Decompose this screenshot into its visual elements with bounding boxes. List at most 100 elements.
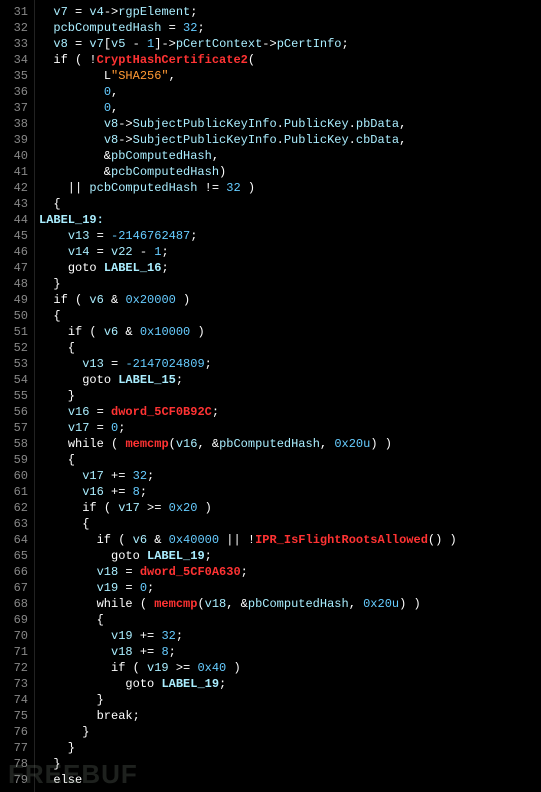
code-line[interactable]: v16 = dword_5CF0B92C; <box>39 404 457 420</box>
token-c: -> <box>118 117 132 131</box>
token-kw: while <box>97 597 133 611</box>
code-line[interactable]: v16 += 8; <box>39 484 457 500</box>
token-c: ) <box>219 165 226 179</box>
code-line[interactable]: } <box>39 692 457 708</box>
code-line[interactable]: v18 = dword_5CF0A630; <box>39 564 457 580</box>
token-var: v13 <box>82 357 104 371</box>
token-c: ) <box>197 501 211 515</box>
code-line[interactable]: { <box>39 308 457 324</box>
code-line[interactable]: v17 = 0; <box>39 420 457 436</box>
token-kw: if <box>111 661 125 675</box>
code-line[interactable]: 0, <box>39 100 457 116</box>
token-var: v19 <box>147 661 169 675</box>
code-line[interactable]: v8->SubjectPublicKeyInfo.PublicKey.pbDat… <box>39 116 457 132</box>
line-number: 50 <box>4 308 28 324</box>
code-line[interactable]: v19 += 32; <box>39 628 457 644</box>
code-line[interactable]: } <box>39 724 457 740</box>
token-c: ) <box>226 661 240 675</box>
code-line[interactable]: } <box>39 756 457 772</box>
code-line[interactable]: 0, <box>39 84 457 100</box>
code-line[interactable]: &pcbComputedHash) <box>39 164 457 180</box>
code-line[interactable]: } <box>39 276 457 292</box>
code-area[interactable]: v7 = v4->rgpElement; pcbComputedHash = 3… <box>35 0 457 792</box>
token-var: pcbComputedHash <box>53 21 161 35</box>
token-num: 0 <box>140 581 147 595</box>
code-line[interactable]: goto LABEL_19; <box>39 548 457 564</box>
code-line[interactable]: goto LABEL_19; <box>39 676 457 692</box>
token-c: - <box>133 245 155 259</box>
token-c: ( <box>68 293 90 307</box>
code-line[interactable]: v17 += 32; <box>39 468 457 484</box>
code-line[interactable]: if ( v6 & 0x40000 || !IPR_IsFlightRootsA… <box>39 532 457 548</box>
token-c <box>97 261 104 275</box>
line-number: 62 <box>4 500 28 516</box>
code-line[interactable]: { <box>39 516 457 532</box>
token-kw: else <box>53 773 82 787</box>
code-line[interactable]: { <box>39 612 457 628</box>
code-line[interactable]: || pcbComputedHash != 32 ) <box>39 180 457 196</box>
token-c: } <box>39 693 104 707</box>
code-line[interactable]: v14 = v22 - 1; <box>39 244 457 260</box>
token-c: } <box>39 277 61 291</box>
code-line[interactable]: { <box>39 452 457 468</box>
token-c <box>39 373 82 387</box>
token-lbl: LABEL_16 <box>104 261 162 275</box>
code-line[interactable]: while ( memcmp(v16, &pbComputedHash, 0x2… <box>39 436 457 452</box>
token-c: ; <box>205 549 212 563</box>
code-line[interactable]: while ( memcmp(v18, &pbComputedHash, 0x2… <box>39 596 457 612</box>
code-line[interactable]: if ( v6 & 0x10000 ) <box>39 324 457 340</box>
token-c: & <box>118 325 140 339</box>
token-c: ; <box>197 21 204 35</box>
token-num: 32 <box>226 181 240 195</box>
line-number: 39 <box>4 132 28 148</box>
token-var: pbComputedHash <box>111 149 212 163</box>
code-line[interactable]: { <box>39 340 457 356</box>
token-c: { <box>39 197 61 211</box>
token-num: 0x40000 <box>169 533 219 547</box>
token-c <box>39 37 53 51</box>
code-line[interactable]: } <box>39 388 457 404</box>
code-line[interactable]: if ( v17 >= 0x20 ) <box>39 500 457 516</box>
token-c: } <box>39 741 75 755</box>
code-line[interactable]: goto LABEL_16; <box>39 260 457 276</box>
code-line[interactable]: &pbComputedHash, <box>39 148 457 164</box>
code-line[interactable]: LABEL_19: <box>39 212 457 228</box>
line-number: 71 <box>4 644 28 660</box>
code-line[interactable]: v13 = -2147024809; <box>39 356 457 372</box>
token-c: ( <box>97 501 119 515</box>
token-c: ; <box>147 581 154 595</box>
code-line[interactable]: v19 = 0; <box>39 580 457 596</box>
code-line[interactable]: pcbComputedHash = 32; <box>39 20 457 36</box>
code-line[interactable]: v7 = v4->rgpElement; <box>39 4 457 20</box>
token-c <box>39 437 68 451</box>
token-c: & <box>39 149 111 163</box>
code-line[interactable]: v18 += 8; <box>39 644 457 660</box>
token-c: } <box>39 725 89 739</box>
token-c: ; <box>205 357 212 371</box>
token-num: 32 <box>183 21 197 35</box>
line-number: 49 <box>4 292 28 308</box>
code-line[interactable]: } <box>39 740 457 756</box>
code-line[interactable]: goto LABEL_15; <box>39 372 457 388</box>
code-line[interactable]: else <box>39 772 457 788</box>
token-c <box>39 5 53 19</box>
token-var: v6 <box>133 533 147 547</box>
token-c: ) <box>176 293 190 307</box>
token-var: v14 <box>68 245 90 259</box>
token-c: = <box>118 565 140 579</box>
code-line[interactable]: v8 = v7[v5 - 1]->pCertContext->pCertInfo… <box>39 36 457 52</box>
token-num: 0x20u <box>334 437 370 451</box>
code-line[interactable]: v13 = -2146762487; <box>39 228 457 244</box>
token-c: } <box>39 389 75 403</box>
code-line[interactable]: { <box>39 196 457 212</box>
code-line[interactable]: break; <box>39 708 457 724</box>
code-line[interactable]: if ( !CryptHashCertificate2( <box>39 52 457 68</box>
code-line[interactable]: if ( v19 >= 0x40 ) <box>39 660 457 676</box>
code-line[interactable]: if ( v6 & 0x20000 ) <box>39 292 457 308</box>
token-c: , <box>111 101 118 115</box>
code-line[interactable]: v8->SubjectPublicKeyInfo.PublicKey.cbDat… <box>39 132 457 148</box>
code-line[interactable]: L"SHA256", <box>39 68 457 84</box>
line-number: 35 <box>4 68 28 84</box>
token-c: ( <box>248 53 255 67</box>
line-number: 56 <box>4 404 28 420</box>
